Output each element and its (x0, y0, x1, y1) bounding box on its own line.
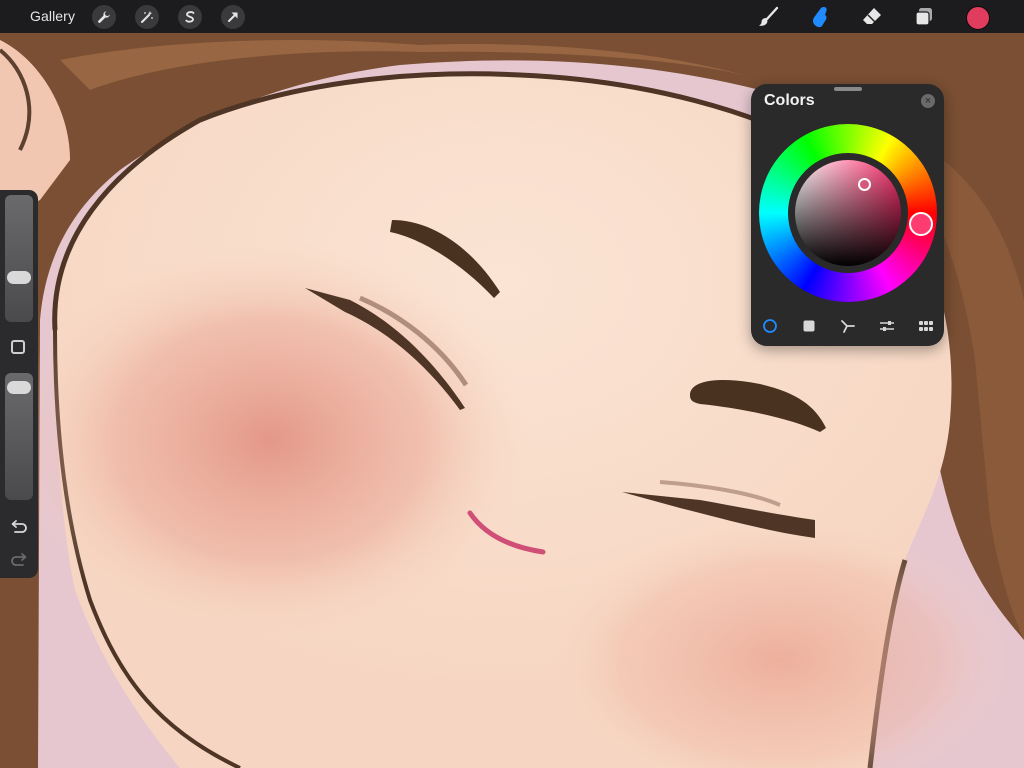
color-mode-tabs (751, 318, 944, 334)
redo-icon[interactable] (9, 552, 29, 568)
adjustments-button[interactable] (135, 5, 159, 29)
top-toolbar: Gallery (0, 0, 1024, 33)
disc-circle-icon[interactable] (762, 318, 778, 334)
eraser-icon (863, 8, 881, 24)
undo-icon[interactable] (9, 519, 29, 535)
gallery-button[interactable]: Gallery (30, 8, 75, 24)
arrow-cursor-icon (228, 12, 238, 22)
modify-square-icon (13, 342, 14, 343)
actions-button[interactable] (92, 5, 116, 29)
current-color-swatch[interactable] (966, 6, 990, 30)
left-sidebar (0, 190, 38, 578)
hue-marker[interactable] (909, 212, 933, 236)
colors-panel-title: Colors (764, 92, 815, 109)
selection-button[interactable] (178, 5, 202, 29)
value-sliders-icon[interactable] (879, 318, 895, 334)
palette-grid-icon[interactable] (918, 318, 934, 334)
smudge-finger-icon (812, 7, 827, 28)
layers-icon (915, 8, 932, 26)
classic-square-icon[interactable] (801, 318, 817, 334)
smudge-tool-button[interactable] (807, 4, 833, 30)
brush-tool-button[interactable] (755, 4, 781, 30)
brush-size-thumb[interactable] (7, 271, 31, 284)
transform-button[interactable] (221, 5, 245, 29)
panel-grabber[interactable] (834, 87, 862, 91)
hue-ring[interactable] (759, 124, 937, 302)
colors-panel: Colors × (751, 84, 944, 346)
close-icon[interactable]: × (921, 94, 935, 108)
saturation-disc[interactable] (795, 160, 901, 266)
harmony-icon[interactable] (840, 318, 856, 334)
layers-button[interactable] (911, 4, 937, 30)
eraser-tool-button[interactable] (859, 4, 885, 30)
modify-button[interactable] (11, 340, 25, 354)
selection-s-icon (185, 11, 195, 23)
brush-size-slider[interactable] (5, 195, 33, 322)
opacity-slider[interactable] (5, 373, 33, 500)
wrench-icon (98, 11, 110, 23)
opacity-thumb[interactable] (7, 381, 31, 394)
brush-icon (759, 6, 779, 26)
saturation-marker[interactable] (858, 178, 871, 191)
magic-wand-icon (141, 11, 153, 23)
